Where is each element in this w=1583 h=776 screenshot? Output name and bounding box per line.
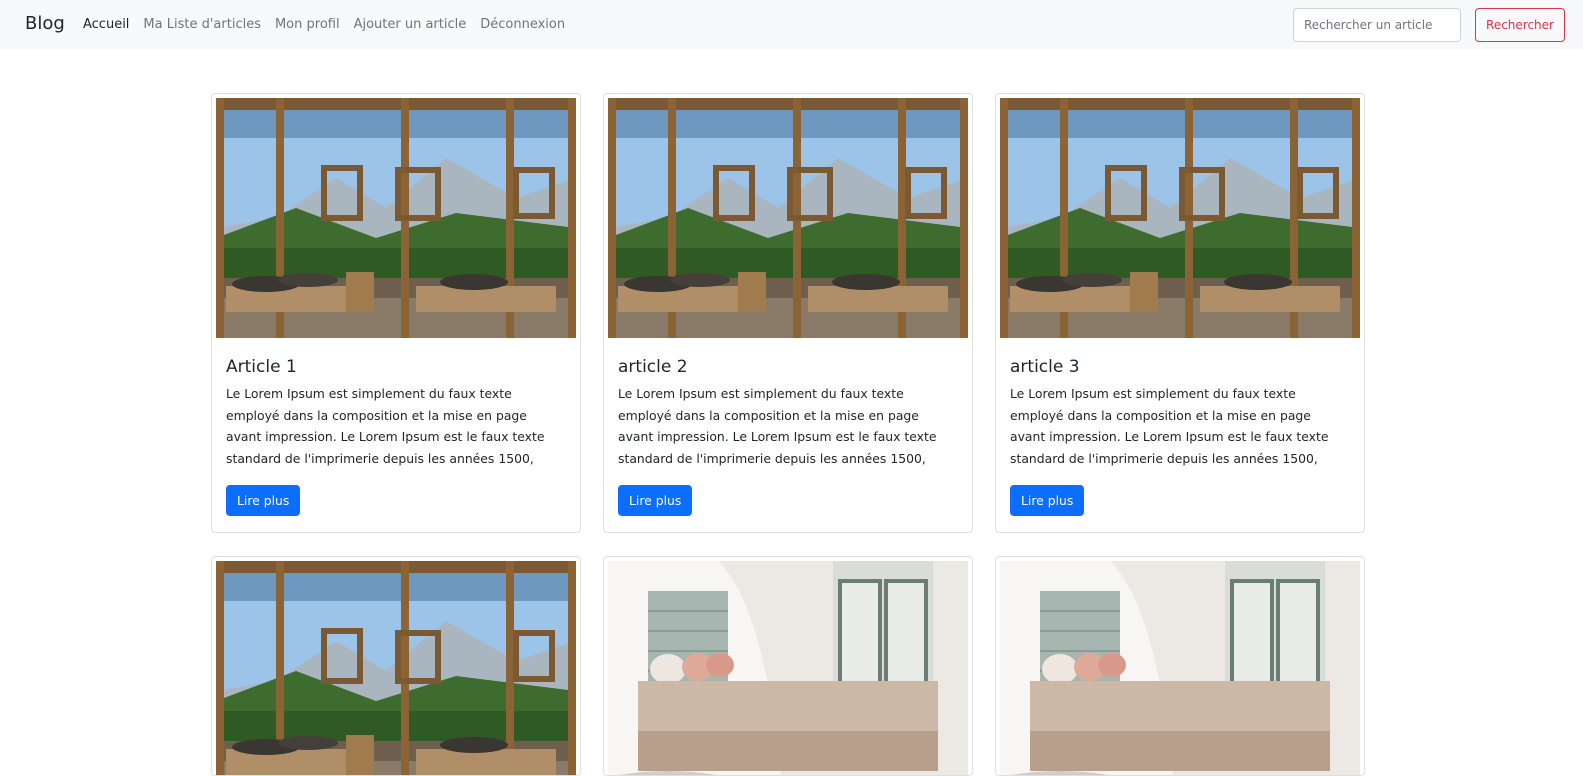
nav-links: Accueil Ma Liste d'articles Mon profil A… (83, 17, 565, 32)
article-card-4 (211, 556, 581, 776)
glass-house-icon (1000, 98, 1360, 338)
read-more-button[interactable]: Lire plus (1010, 485, 1085, 516)
search-button[interactable]: Rechercher (1475, 8, 1565, 42)
article-thumbnail[interactable] (216, 98, 576, 338)
bedroom-icon (608, 561, 968, 776)
card-body: article 3 Le Lorem Ipsum est simplement … (996, 342, 1364, 530)
article-card-5 (603, 556, 973, 776)
nav-link-ma-liste[interactable]: Ma Liste d'articles (143, 17, 261, 32)
article-title: article 2 (618, 357, 688, 377)
article-thumbnail[interactable] (1000, 98, 1360, 338)
brand[interactable]: Blog (25, 13, 65, 34)
article-excerpt: Le Lorem Ipsum est simplement du faux te… (226, 386, 545, 466)
article-thumbnail[interactable] (1000, 561, 1360, 776)
article-excerpt: Le Lorem Ipsum est simplement du faux te… (1010, 386, 1329, 466)
nav-link-mon-profil[interactable]: Mon profil (275, 17, 340, 32)
card-body: Article 1 Le Lorem Ipsum est simplement … (212, 342, 580, 530)
glass-house-icon (216, 561, 576, 776)
card-body: article 2 Le Lorem Ipsum est simplement … (604, 342, 972, 530)
glass-house-icon (608, 98, 968, 338)
navbar: Blog Accueil Ma Liste d'articles Mon pro… (0, 0, 1583, 49)
article-thumbnail[interactable] (216, 561, 576, 776)
nav-link-ajouter[interactable]: Ajouter un article (354, 17, 467, 32)
article-title: article 3 (1010, 357, 1080, 377)
article-card-2: article 2 Le Lorem Ipsum est simplement … (603, 93, 973, 533)
article-card-1: Article 1 Le Lorem Ipsum est simplement … (211, 93, 581, 533)
article-card-3: article 3 Le Lorem Ipsum est simplement … (995, 93, 1365, 533)
nav-link-accueil[interactable]: Accueil (83, 17, 129, 32)
article-card-6 (995, 556, 1365, 776)
glass-house-icon (216, 98, 576, 338)
search-input[interactable] (1293, 8, 1461, 42)
article-title: Article 1 (226, 357, 297, 377)
article-thumbnail[interactable] (608, 561, 968, 776)
read-more-button[interactable]: Lire plus (226, 485, 301, 516)
nav-link-deconnexion[interactable]: Déconnexion (480, 17, 565, 32)
article-thumbnail[interactable] (608, 98, 968, 338)
article-excerpt: Le Lorem Ipsum est simplement du faux te… (618, 386, 937, 466)
bedroom-icon (1000, 561, 1360, 776)
read-more-button[interactable]: Lire plus (618, 485, 693, 516)
